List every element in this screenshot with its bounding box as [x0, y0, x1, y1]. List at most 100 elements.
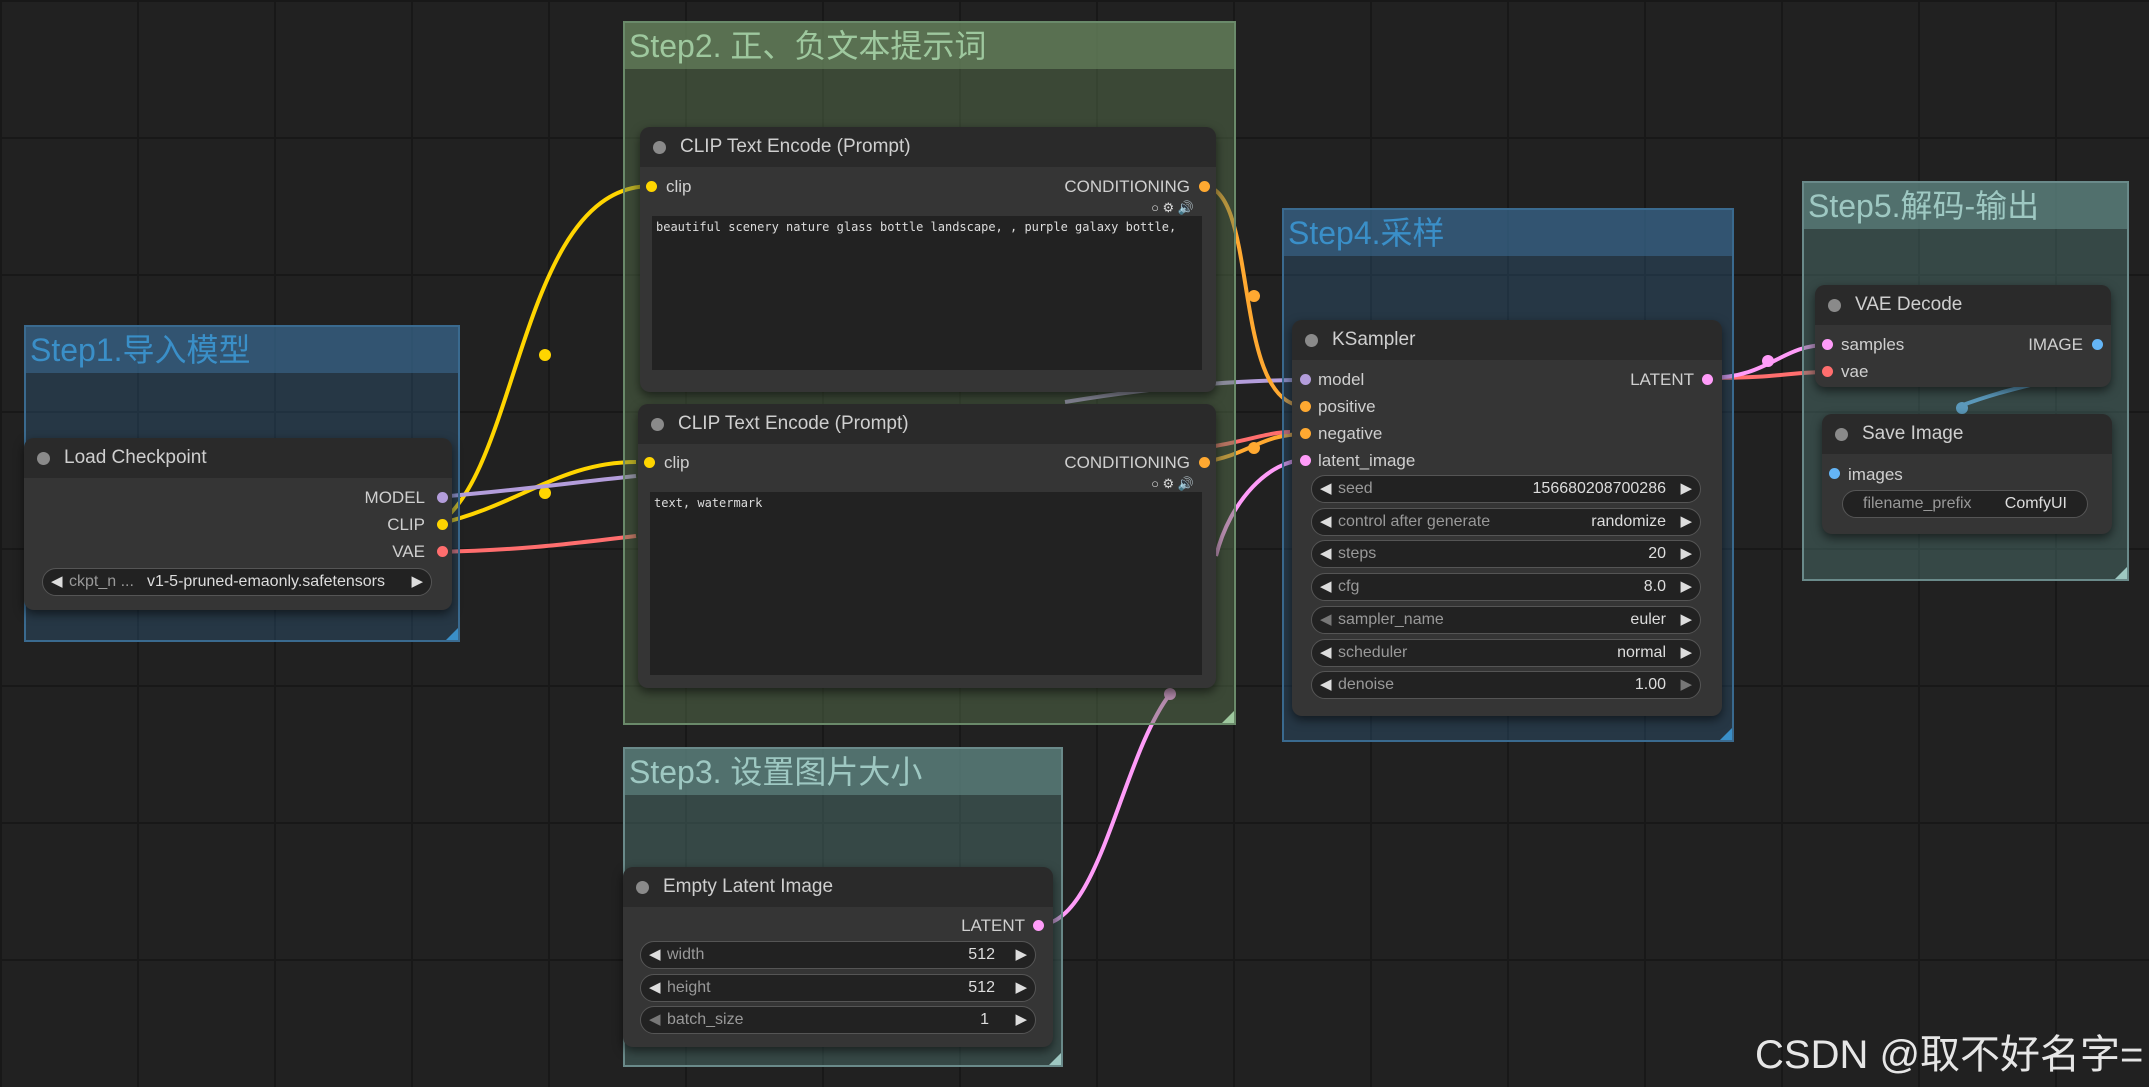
filename-prefix-widget[interactable]: filename_prefix ComfyUI: [1842, 490, 2088, 518]
output-image-socket[interactable]: [2092, 339, 2103, 350]
chevron-right-icon[interactable]: ▶: [1680, 509, 1692, 535]
chevron-left-icon[interactable]: ◀: [649, 1007, 661, 1033]
prompt-toolbar-icons[interactable]: ○ ⚙ 🔊: [1151, 476, 1194, 492]
chevron-right-icon[interactable]: ▶: [1680, 476, 1692, 502]
sampler-name-widget[interactable]: ◀ sampler_name euler ▶: [1311, 606, 1701, 634]
node-clip-text-encode-negative[interactable]: CLIP Text Encode (Prompt) clip CONDITION…: [638, 404, 1216, 688]
chevron-left-icon[interactable]: ◀: [1320, 541, 1332, 567]
widget-value: 1.00: [1634, 676, 1666, 693]
collapse-dot[interactable]: [636, 881, 649, 894]
chevron-left-icon[interactable]: ◀: [51, 569, 63, 595]
widget-label: width: [667, 946, 705, 963]
chevron-right-icon[interactable]: ▶: [1015, 1007, 1027, 1033]
chevron-left-icon[interactable]: ◀: [1320, 672, 1332, 698]
output-model-socket[interactable]: [437, 492, 448, 503]
widget-value: euler: [1630, 611, 1666, 628]
chevron-left-icon[interactable]: ◀: [1320, 640, 1332, 666]
collapse-dot[interactable]: [1835, 428, 1848, 441]
widget-value: 156680208700286: [1532, 480, 1666, 497]
chevron-right-icon[interactable]: ▶: [1680, 541, 1692, 567]
input-vae-socket[interactable]: [1822, 366, 1833, 377]
node-clip-text-encode-positive[interactable]: CLIP Text Encode (Prompt) clip CONDITION…: [640, 127, 1216, 392]
wire-midpoint: [1762, 355, 1774, 367]
collapse-dot[interactable]: [651, 418, 664, 431]
output-latent-label: LATENT: [1630, 370, 1694, 389]
width-widget[interactable]: ◀ width 512 ▶: [640, 941, 1036, 969]
output-conditioning-socket[interactable]: [1199, 457, 1210, 468]
height-widget[interactable]: ◀ height 512 ▶: [640, 974, 1036, 1002]
input-negative-socket[interactable]: [1300, 428, 1311, 439]
ckpt-name-select[interactable]: ◀ ckpt_n ... v1-5-pruned-emaonly.safeten…: [42, 568, 432, 596]
output-clip-label: CLIP: [387, 515, 425, 534]
input-clip-socket[interactable]: [644, 457, 655, 468]
node-title: Load Checkpoint: [64, 447, 207, 468]
input-clip-socket[interactable]: [646, 181, 657, 192]
chevron-right-icon[interactable]: ▶: [1680, 574, 1692, 600]
node-header[interactable]: Save Image: [1822, 414, 2112, 454]
node-empty-latent-image[interactable]: Empty Latent Image LATENT ◀ width 512 ▶ …: [623, 867, 1053, 1047]
prompt-toolbar-icons[interactable]: ○ ⚙ 🔊: [1151, 200, 1194, 216]
output-latent-socket[interactable]: [1033, 920, 1044, 931]
widget-label: filename_prefix: [1863, 495, 1972, 512]
chevron-left-icon[interactable]: ◀: [649, 975, 661, 1001]
output-latent-socket[interactable]: [1702, 374, 1713, 385]
chevron-left-icon[interactable]: ◀: [1320, 607, 1332, 633]
group-resize-handle[interactable]: [1222, 711, 1234, 723]
chevron-right-icon[interactable]: ▶: [1680, 607, 1692, 633]
node-ksampler[interactable]: KSampler model positive negative latent_…: [1292, 320, 1722, 716]
node-header[interactable]: Empty Latent Image: [623, 867, 1053, 907]
watermark-text: CSDN @取不好名字=: [1755, 1033, 2144, 1077]
node-header[interactable]: Load Checkpoint: [24, 438, 452, 478]
prompt-textarea[interactable]: beautiful scenery nature glass bottle la…: [652, 216, 1202, 370]
chevron-right-icon[interactable]: ▶: [1015, 975, 1027, 1001]
group-resize-handle[interactable]: [2115, 567, 2127, 579]
chevron-right-icon[interactable]: ▶: [1680, 672, 1692, 698]
chevron-left-icon[interactable]: ◀: [1320, 574, 1332, 600]
chevron-left-icon[interactable]: ◀: [649, 942, 661, 968]
batch-size-widget[interactable]: ◀ batch_size 1 ▶: [640, 1006, 1036, 1034]
collapse-dot[interactable]: [1305, 334, 1318, 347]
prompt-textarea[interactable]: text, watermark: [650, 492, 1202, 675]
cfg-widget[interactable]: ◀ cfg 8.0 ▶: [1311, 573, 1701, 601]
control-after-generate-widget[interactable]: ◀ control after generate randomize ▶: [1311, 508, 1701, 536]
chevron-right-icon[interactable]: ▶: [1680, 640, 1692, 666]
chevron-left-icon[interactable]: ◀: [1320, 509, 1332, 535]
wire-midpoint: [1248, 442, 1260, 454]
node-vae-decode[interactable]: VAE Decode samples vae IMAGE: [1815, 285, 2111, 387]
chevron-right-icon[interactable]: ▶: [1015, 942, 1027, 968]
group-resize-handle[interactable]: [1049, 1053, 1061, 1065]
input-latent-image-socket[interactable]: [1300, 455, 1311, 466]
collapse-dot[interactable]: [1828, 299, 1841, 312]
node-header[interactable]: CLIP Text Encode (Prompt): [640, 127, 1216, 167]
node-header[interactable]: CLIP Text Encode (Prompt): [638, 404, 1216, 444]
output-conditioning-socket[interactable]: [1199, 181, 1210, 192]
chevron-right-icon[interactable]: ▶: [411, 569, 423, 595]
output-clip-socket[interactable]: [437, 519, 448, 530]
chevron-left-icon[interactable]: ◀: [1320, 476, 1332, 502]
steps-widget[interactable]: ◀ steps 20 ▶: [1311, 540, 1701, 568]
collapse-dot[interactable]: [37, 452, 50, 465]
node-header[interactable]: KSampler: [1292, 320, 1722, 360]
node-load-checkpoint[interactable]: Load Checkpoint MODEL CLIP VAE ◀ ckpt_n …: [24, 438, 452, 610]
input-latent-image-label: latent_image: [1318, 451, 1416, 470]
denoise-widget[interactable]: ◀ denoise 1.00 ▶: [1311, 671, 1701, 699]
group-resize-handle[interactable]: [446, 628, 458, 640]
group-resize-handle[interactable]: [1720, 728, 1732, 740]
output-vae-socket[interactable]: [437, 546, 448, 557]
input-positive-socket[interactable]: [1300, 401, 1311, 412]
collapse-dot[interactable]: [653, 141, 666, 154]
input-samples-socket[interactable]: [1822, 339, 1833, 350]
output-conditioning-label: CONDITIONING: [1064, 453, 1190, 472]
seed-widget[interactable]: ◀ seed 156680208700286 ▶: [1311, 475, 1701, 503]
input-clip-label: clip: [664, 453, 690, 472]
node-header[interactable]: VAE Decode: [1815, 285, 2111, 325]
scheduler-widget[interactable]: ◀ scheduler normal ▶: [1311, 639, 1701, 667]
widget-label: denoise: [1338, 676, 1395, 693]
input-model-socket[interactable]: [1300, 374, 1311, 385]
input-images-socket[interactable]: [1829, 468, 1840, 479]
node-title: KSampler: [1332, 329, 1416, 350]
widget-value: ComfyUI: [2004, 495, 2067, 512]
node-save-image[interactable]: Save Image images filename_prefix ComfyU…: [1822, 414, 2112, 534]
group-title: Step1.导入模型: [26, 327, 458, 373]
widget-value: randomize: [1591, 513, 1666, 530]
